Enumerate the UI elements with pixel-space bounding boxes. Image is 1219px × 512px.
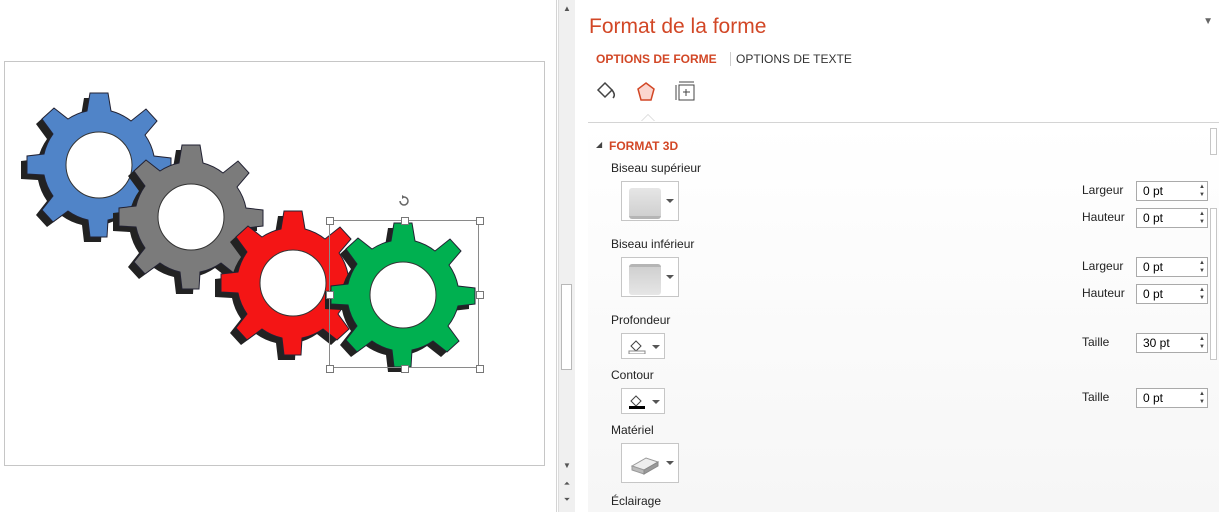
resize-handle-ne[interactable] xyxy=(476,217,484,225)
top-height-spinner[interactable]: 0 pt ▲ ▼ xyxy=(1136,208,1208,228)
depth-label: Profondeur xyxy=(611,313,671,327)
contour-color-dropdown[interactable] xyxy=(621,388,665,414)
bottom-height-label: Hauteur xyxy=(1082,286,1125,300)
material-dropdown[interactable] xyxy=(621,443,679,483)
tab-text-options[interactable]: OPTIONS DE TEXTE xyxy=(730,52,854,66)
chevron-down-icon xyxy=(666,199,674,203)
resize-handle-nw[interactable] xyxy=(326,217,334,225)
spin-up-icon[interactable]: ▲ xyxy=(1199,335,1205,343)
resize-handle-w[interactable] xyxy=(326,291,334,299)
chevron-down-icon xyxy=(666,275,674,279)
chevron-down-icon xyxy=(666,461,674,465)
spin-down-icon[interactable]: ▼ xyxy=(1199,191,1205,199)
spin-up-icon[interactable]: ▲ xyxy=(1199,390,1205,398)
panel-tabs: OPTIONS DE FORME OPTIONS DE TEXTE xyxy=(594,52,854,66)
contour-size-label: Taille xyxy=(1082,390,1110,404)
resize-handle-s[interactable] xyxy=(401,365,409,373)
scroll-thumb[interactable] xyxy=(561,284,572,370)
paint-bucket-icon xyxy=(629,395,645,409)
bevel-top-swatch xyxy=(629,188,661,219)
depth-size-spinner[interactable]: 30 pt ▲ ▼ xyxy=(1136,333,1208,353)
panel-title: Format de la forme xyxy=(589,15,767,38)
resize-handle-sw[interactable] xyxy=(326,365,334,373)
bevel-bottom-dropdown[interactable] xyxy=(621,257,679,297)
fill-line-icon[interactable] xyxy=(594,80,618,104)
next-slide-icon[interactable]: ⏷ xyxy=(560,493,574,507)
size-properties-icon[interactable] xyxy=(674,80,698,104)
top-width-label: Largeur xyxy=(1082,183,1124,197)
contour-size-value: 0 pt xyxy=(1143,391,1164,405)
spin-down-icon[interactable]: ▼ xyxy=(1199,294,1205,302)
panel-options-chevron-icon[interactable]: ▼ xyxy=(1203,16,1213,27)
contour-label: Contour xyxy=(611,368,654,382)
depth-size-label: Taille xyxy=(1082,335,1110,349)
bottom-width-value: 0 pt xyxy=(1143,260,1164,274)
bevel-top-dropdown[interactable] xyxy=(621,181,679,221)
bottom-height-spinner[interactable]: 0 pt ▲ ▼ xyxy=(1136,284,1208,304)
scroll-down-icon[interactable]: ▼ xyxy=(560,459,574,473)
slide-scrollbar[interactable]: ▲ ▼ ⏶ ⏷ xyxy=(558,0,575,512)
spin-up-icon[interactable]: ▲ xyxy=(1199,183,1205,191)
paint-bucket-icon xyxy=(628,340,646,354)
bottom-width-spinner[interactable]: 0 pt ▲ ▼ xyxy=(1136,257,1208,277)
scroll-up-icon[interactable]: ▲ xyxy=(560,2,574,16)
tab-shape-options[interactable]: OPTIONS DE FORME xyxy=(594,52,719,66)
rotate-handle-icon[interactable] xyxy=(397,194,411,208)
spin-down-icon[interactable]: ▼ xyxy=(1199,267,1205,275)
panel-scrollbar-top[interactable] xyxy=(1210,128,1217,155)
top-height-value: 0 pt xyxy=(1143,211,1164,225)
contour-size-spinner[interactable]: 0 pt ▲ ▼ xyxy=(1136,388,1208,408)
section-title[interactable]: FORMAT 3D xyxy=(609,139,678,153)
active-icon-indicator xyxy=(641,114,655,121)
top-width-spinner[interactable]: 0 pt ▲ ▼ xyxy=(1136,181,1208,201)
depth-size-value: 30 pt xyxy=(1143,336,1170,350)
format-shape-panel: Format de la forme ▼ OPTIONS DE FORME OP… xyxy=(576,0,1219,512)
bevel-bottom-label: Biseau inférieur xyxy=(611,237,695,251)
material-swatch-icon xyxy=(630,457,660,475)
previous-slide-icon[interactable]: ⏶ xyxy=(560,477,574,491)
section-collapse-icon[interactable]: ◢ xyxy=(596,140,602,149)
material-label: Matériel xyxy=(611,423,654,437)
spin-up-icon[interactable]: ▲ xyxy=(1199,259,1205,267)
bevel-top-label: Biseau supérieur xyxy=(611,161,702,175)
chevron-down-icon xyxy=(652,400,660,404)
top-height-label: Hauteur xyxy=(1082,210,1125,224)
spin-up-icon[interactable]: ▲ xyxy=(1199,286,1205,294)
selection-box[interactable] xyxy=(329,220,479,368)
lighting-label: Éclairage xyxy=(611,494,662,508)
spin-down-icon[interactable]: ▼ xyxy=(1199,343,1205,351)
format-3d-content: ◢ FORMAT 3D Biseau supérieur Largeur 0 p… xyxy=(588,123,1219,512)
resize-handle-se[interactable] xyxy=(476,365,484,373)
bottom-width-label: Largeur xyxy=(1082,259,1124,273)
resize-handle-n[interactable] xyxy=(401,217,409,225)
spin-down-icon[interactable]: ▼ xyxy=(1199,398,1205,406)
top-width-value: 0 pt xyxy=(1143,184,1164,198)
spin-up-icon[interactable]: ▲ xyxy=(1199,210,1205,218)
slide-canvas-area xyxy=(0,0,557,512)
panel-scrollbar-thumb[interactable] xyxy=(1210,208,1217,360)
chevron-down-icon xyxy=(652,345,660,349)
bevel-bottom-swatch xyxy=(629,264,661,295)
resize-handle-e[interactable] xyxy=(476,291,484,299)
depth-color-dropdown[interactable] xyxy=(621,333,665,359)
bottom-height-value: 0 pt xyxy=(1143,287,1164,301)
spin-down-icon[interactable]: ▼ xyxy=(1199,218,1205,226)
effects-icon[interactable] xyxy=(634,80,658,104)
